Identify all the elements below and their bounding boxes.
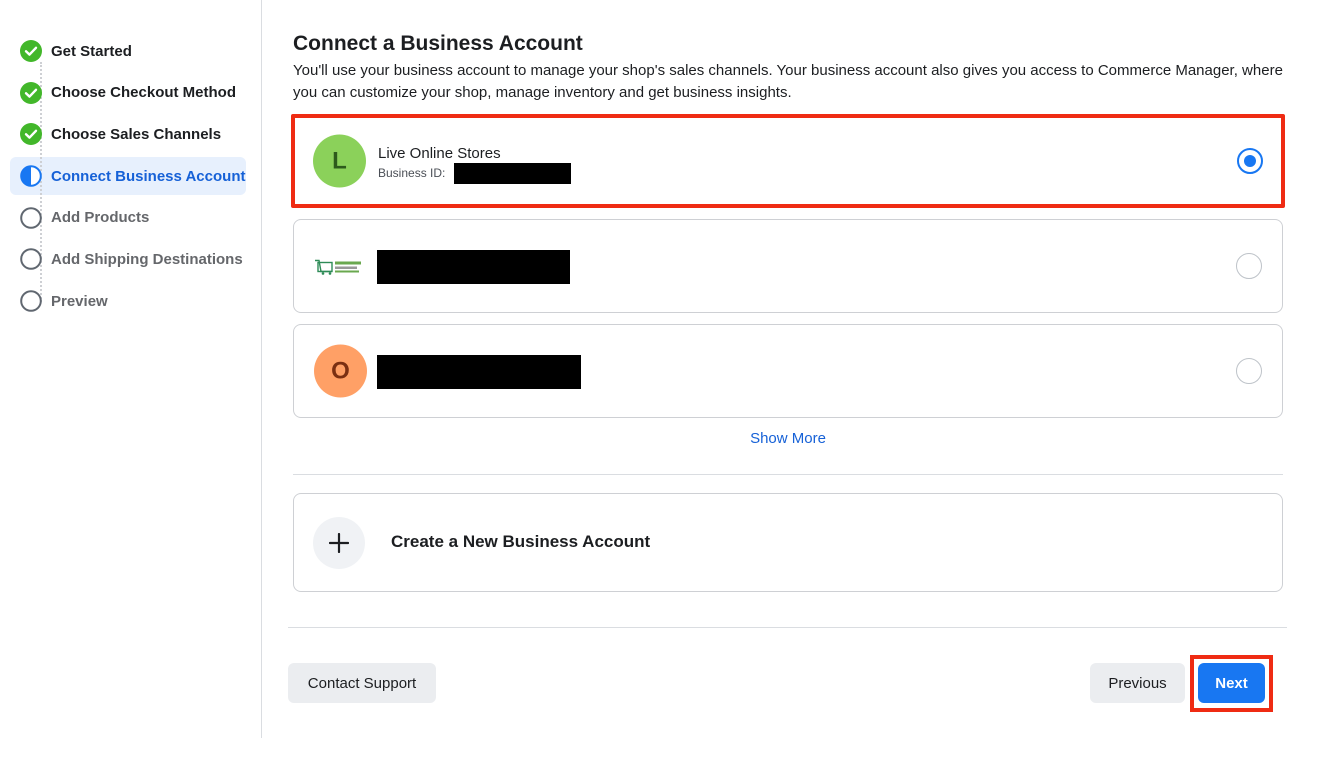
redacted-account-name <box>377 355 581 389</box>
redacted-business-id <box>454 163 571 184</box>
check-circle-icon <box>20 123 42 146</box>
account-business-id-label: Business ID: <box>378 166 446 180</box>
account-avatar: L <box>313 134 366 188</box>
footer-divider <box>288 627 1287 628</box>
contact-support-button[interactable]: Contact Support <box>288 663 436 703</box>
account-avatar: O <box>314 344 367 398</box>
step-add-shipping-destinations[interactable]: Add Shipping Destinations <box>10 240 246 278</box>
store-logo-icon <box>315 259 361 275</box>
step-choose-sales-channels[interactable]: Choose Sales Channels <box>10 115 246 153</box>
business-account-option[interactable]: O <box>293 324 1283 418</box>
account-name: Live Online Stores <box>378 145 501 162</box>
step-label: Get Started <box>51 42 132 60</box>
account-radio[interactable] <box>1236 358 1262 384</box>
half-circle-progress-icon <box>20 165 42 187</box>
step-connect-business-account[interactable]: Connect Business Account <box>10 157 246 196</box>
step-label: Choose Checkout Method <box>51 84 237 102</box>
step-label: Connect Business Account <box>51 167 246 185</box>
next-button[interactable]: Next <box>1198 663 1265 703</box>
redacted-account-name <box>377 250 570 284</box>
page-description: You'll use your business account to mana… <box>293 62 1283 101</box>
wizard-steps: Get Started Choose Checkout Method Choos… <box>10 32 246 324</box>
check-circle-icon <box>20 40 42 62</box>
avatar-initial: O <box>331 357 350 384</box>
create-business-account-option[interactable]: Create a New Business Account <box>293 493 1283 592</box>
step-label: Preview <box>51 292 108 310</box>
page-title: Connect a Business Account <box>293 32 583 55</box>
account-radio-selected[interactable] <box>1237 148 1263 174</box>
previous-button[interactable]: Previous <box>1090 663 1185 703</box>
check-circle-icon <box>20 81 42 104</box>
step-label: Add Shipping Destinations <box>51 250 243 268</box>
business-account-option[interactable] <box>293 219 1283 313</box>
step-label: Add Products <box>51 209 150 227</box>
show-more-link[interactable]: Show More <box>293 430 1283 447</box>
step-add-products[interactable]: Add Products <box>10 199 246 237</box>
wizard-sidebar: Get Started Choose Checkout Method Choos… <box>0 0 262 738</box>
empty-circle-icon <box>20 290 42 312</box>
business-account-option[interactable]: L Live Online Stores Business ID: <box>291 114 1285 208</box>
empty-circle-icon <box>20 248 42 271</box>
step-label: Choose Sales Channels <box>51 125 222 143</box>
section-divider <box>293 474 1283 475</box>
account-logo <box>314 240 364 293</box>
step-preview[interactable]: Preview <box>10 282 246 320</box>
avatar-initial: L <box>332 147 347 174</box>
step-choose-checkout-method[interactable]: Choose Checkout Method <box>10 74 246 112</box>
account-radio[interactable] <box>1236 253 1262 279</box>
plus-icon <box>313 517 365 569</box>
step-get-started[interactable]: Get Started <box>10 32 246 70</box>
create-business-account-label: Create a New Business Account <box>391 532 651 551</box>
empty-circle-icon <box>20 206 42 229</box>
